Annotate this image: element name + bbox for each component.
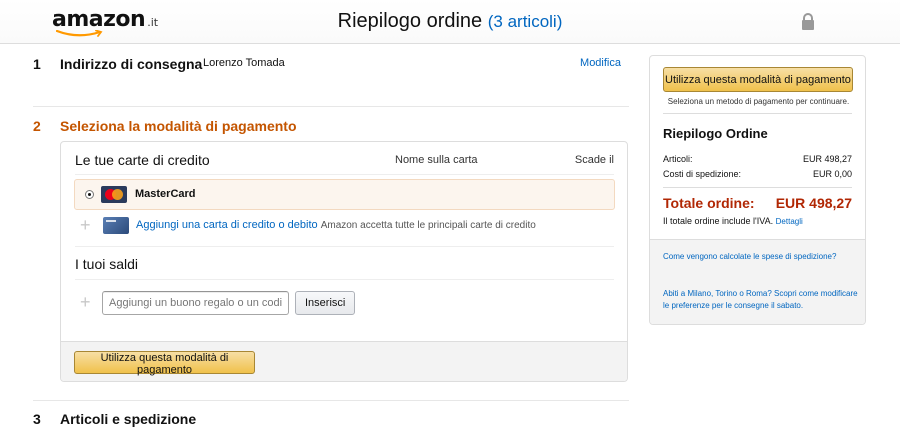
saved-card-row[interactable]: MasterCard — [74, 179, 615, 210]
summary-use-payment-button[interactable]: Utilizza questa modalità di pagamento — [663, 67, 853, 92]
use-payment-method-button[interactable]: Utilizza questa modalità di pagamento — [74, 351, 255, 376]
divider — [33, 400, 629, 401]
summary-row-items: Articoli: EUR 498,27 — [663, 154, 852, 164]
credit-cards-header: Le tue carte di credito — [75, 152, 210, 168]
payment-panel-footer: Utilizza questa modalità di pagamento — [61, 341, 627, 381]
column-card-name: Nome sulla carta — [395, 154, 478, 166]
balances-header: I tuoi saldi — [75, 256, 139, 272]
gift-code-input[interactable] — [102, 291, 289, 315]
total-label: Totale ordine: — [663, 195, 755, 211]
card-radio[interactable] — [85, 190, 94, 199]
row-label: Articoli: — [663, 154, 693, 164]
row-label: Costi di spedizione: — [663, 169, 742, 179]
summary-title: Riepilogo Ordine — [663, 126, 768, 141]
step-number: 1 — [33, 56, 41, 72]
plus-icon: + — [80, 215, 91, 235]
plus-icon: + — [80, 292, 91, 312]
order-summary-panel: Utilizza questa modalità di pagamento Se… — [649, 55, 866, 325]
step-title: Indirizzo di consegna — [60, 56, 203, 72]
add-card-link[interactable]: Aggiungi una carta di credito o debito — [136, 219, 318, 231]
column-expiry: Scade il — [574, 154, 614, 166]
vat-note: Il totale ordine include l'IVA. — [663, 216, 774, 226]
divider — [75, 279, 614, 280]
step-number: 2 — [33, 118, 41, 134]
shipping-cost-link[interactable]: Come vengono calcolate le spese di spedi… — [663, 252, 836, 261]
page-title: Riepilogo ordine (3 articoli) — [0, 10, 900, 33]
lock-icon — [802, 13, 814, 30]
divider — [75, 174, 614, 175]
add-card-row: Aggiungi una carta di credito o debito A… — [136, 219, 536, 231]
step-number: 3 — [33, 411, 41, 427]
summary-row-shipping: Costi di spedizione: EUR 0,00 — [663, 169, 852, 179]
saturday-delivery-link[interactable]: Abiti a Milano, Torino o Roma? Scopri co… — [663, 288, 858, 312]
mastercard-icon — [101, 186, 127, 203]
summary-footer: Come vengono calcolate le spese di spedi… — [650, 239, 865, 324]
step-title: Seleziona la modalità di pagamento — [60, 118, 297, 134]
credit-card-icon — [103, 217, 129, 234]
delivery-name: Lorenzo Tomada — [203, 57, 285, 69]
select-payment-note: Seleziona un metodo di pagamento per con… — [667, 97, 850, 106]
divider — [663, 113, 852, 114]
apply-code-button[interactable]: Inserisci — [295, 291, 356, 315]
add-card-note: Amazon accetta tutte le principali carte… — [320, 220, 536, 231]
page-title-text: Riepilogo ordine — [337, 10, 483, 32]
divider — [75, 246, 614, 247]
payment-methods-panel: Le tue carte di credito Nome sulla carta… — [60, 141, 628, 382]
row-value: EUR 498,27 — [802, 154, 852, 164]
card-label: MasterCard — [135, 188, 196, 200]
divider — [663, 187, 852, 188]
row-value: EUR 0,00 — [812, 169, 852, 179]
details-link[interactable]: Dettagli — [776, 217, 803, 226]
modify-address-link[interactable]: Modifica — [580, 57, 621, 69]
checkout-header: amazon .it Riepilogo ordine (3 articoli) — [0, 0, 900, 44]
items-count-link[interactable]: (3 articoli) — [488, 12, 563, 31]
divider — [33, 106, 629, 107]
step-title: Articoli e spedizione — [60, 411, 197, 427]
vat-note-row: Il totale ordine include l'IVA. Dettagli — [663, 216, 803, 226]
order-total: Totale ordine: EUR 498,27 — [663, 195, 852, 211]
total-value: EUR 498,27 — [775, 195, 852, 211]
